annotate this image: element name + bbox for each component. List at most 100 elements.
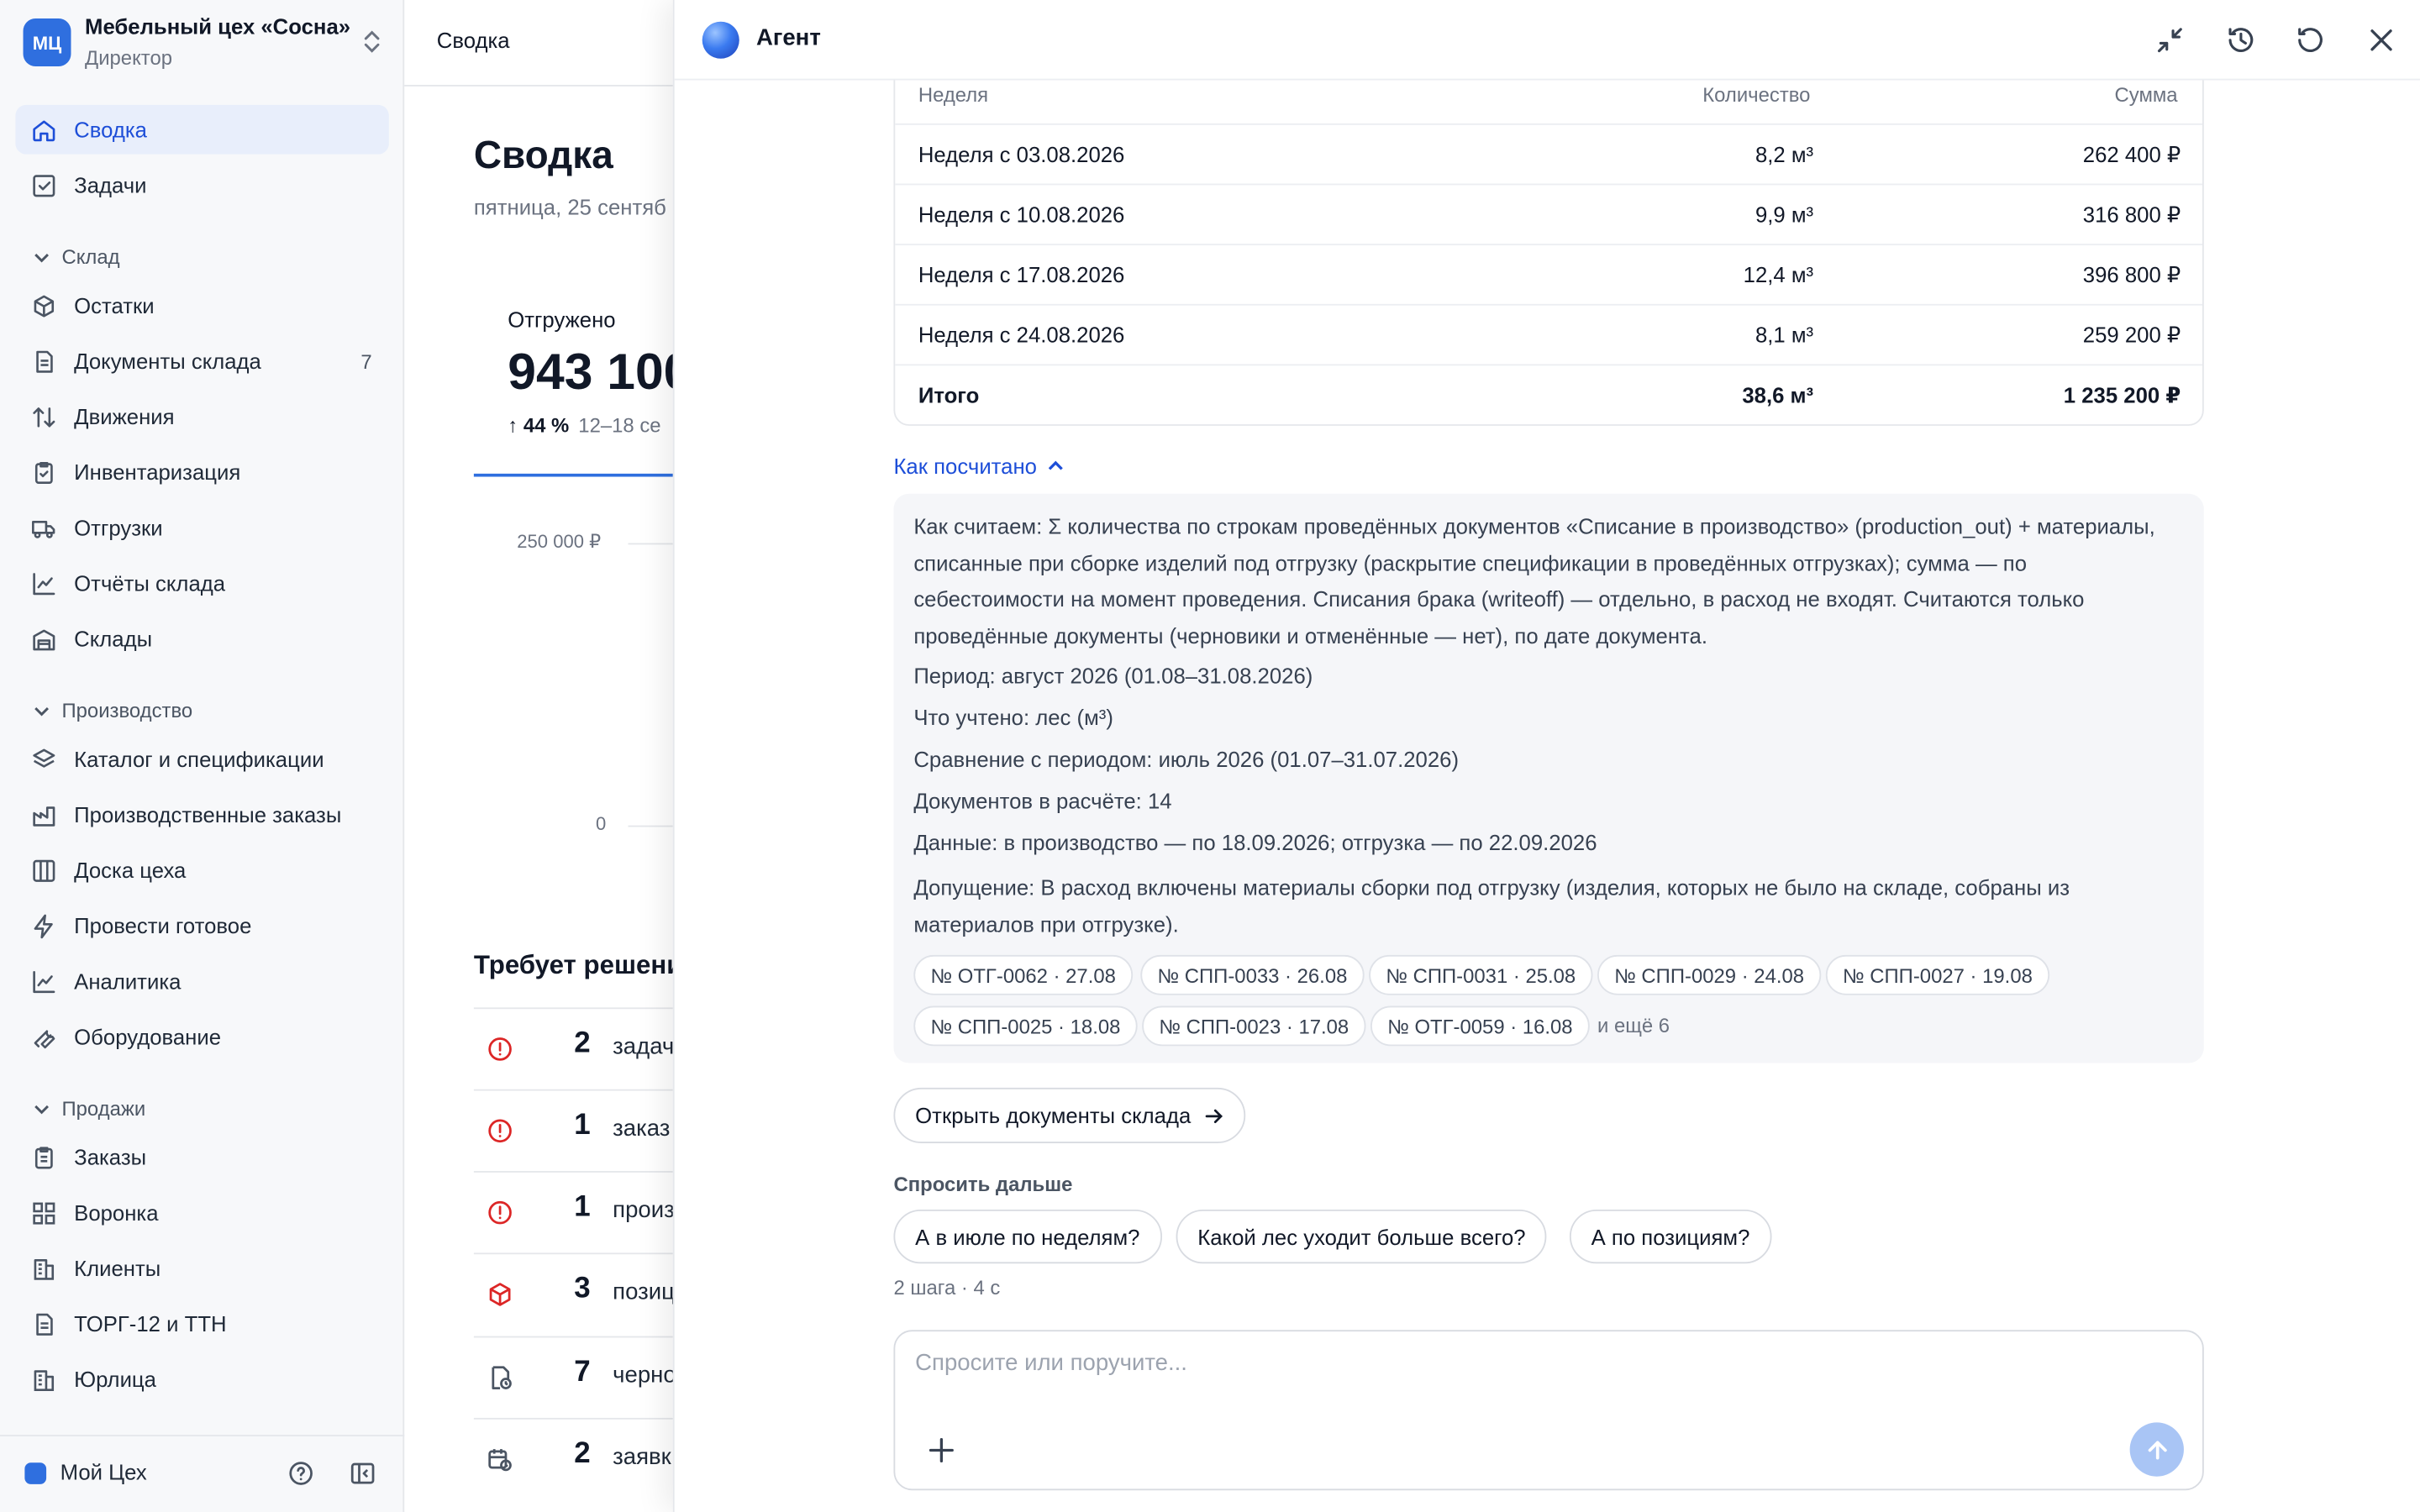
table-cell: Неделя с 03.08.2026 [918,141,1125,167]
sidebar-item-clients[interactable]: Клиенты [15,1243,388,1293]
alert-circle-icon [488,1119,512,1143]
sidebar-footer: Мой Цех [0,1435,405,1512]
method-text: Как считаем: Σ количества по строкам про… [913,513,2155,648]
chevron-updown-icon[interactable] [361,28,383,55]
table-total-row: Итого 38,6 м³ 1 235 200 ₽ [895,364,2202,424]
table-cell: 8,1 м³ [1754,322,1814,348]
collapse-sidebar-icon[interactable] [349,1460,376,1488]
workspace-icon [24,1462,47,1484]
doc-chip[interactable]: № СПП-0033 · 26.08 [1140,954,1365,995]
close-icon[interactable] [2366,24,2397,55]
refresh-icon[interactable] [2295,24,2326,55]
sidebar-item-catalog[interactable]: Каталог и спецификации [15,734,388,784]
home-icon [33,119,55,141]
history-icon[interactable] [2226,24,2257,55]
sidebar-item-label: Задачи [74,172,147,198]
sidebar-item-label: Каталог и спецификации [74,746,324,772]
doc-clock-icon [492,1366,512,1389]
package-icon [34,294,55,317]
plus-icon[interactable] [926,1435,957,1466]
table-cell: Неделя с 10.08.2026 [918,202,1125,227]
document-icon [36,1312,53,1335]
factory-icon [33,806,55,826]
sidebar-item-shipments[interactable]: Отгрузки [15,503,388,553]
table-header: Неделя [918,83,989,107]
table-cell: 262 400 ₽ [2082,141,2181,167]
chart-tick-label: 250 000 ₽ [517,530,602,553]
kpi-period: 12–18 се [578,413,661,437]
sidebar-item-stock[interactable]: Остатки [15,281,388,330]
ask-further-label: Спросить дальше [893,1172,1073,1196]
composer-input[interactable] [915,1350,2150,1377]
sidebar-item-inventory[interactable]: Инвентаризация [15,448,388,497]
sidebar-item-warehouses[interactable]: Склады [15,614,388,664]
section-warehouse[interactable]: Склад [33,245,120,269]
sidebar-item-label: Отгрузки [74,515,163,540]
table-row: Неделя с 24.08.2026 8,1 м³ 259 200 ₽ [895,303,2202,365]
help-icon[interactable] [287,1460,315,1488]
sidebar-item-post-finished[interactable]: Провести готовое [15,901,388,951]
sidebar-item-warehouse-reports[interactable]: Отчёты склада [15,559,388,608]
send-button[interactable] [2129,1422,2184,1477]
sidebar-item-analytics[interactable]: Аналитика [15,957,388,1006]
doc-chip[interactable]: № СПП-0031 · 25.08 [1369,954,1593,995]
doc-chip[interactable]: № СПП-0023 · 17.08 [1142,1005,1366,1047]
open-warehouse-docs-button[interactable]: Открыть документы склада [893,1087,1245,1143]
clipboard-icon [34,1146,53,1168]
wrench-icon [34,1029,55,1048]
section-label: Производство [61,699,193,722]
sidebar-item-legal-entities[interactable]: Юрлица [15,1355,388,1404]
doc-chip[interactable]: № СПП-0025 · 18.08 [913,1005,1138,1047]
requires-text: задач [613,1033,675,1060]
layers-icon [33,748,55,767]
sidebar-item-orders[interactable]: Заказы [15,1132,388,1182]
sidebar-item-warehouse-docs[interactable]: Документы склада 7 [15,336,388,386]
arrow-up-icon [2147,1440,2166,1459]
period-text: Период: август 2026 (01.08–31.08.2026) [913,663,1313,689]
arrows-updown-icon [33,407,55,427]
requires-count: 2 [574,1437,591,1471]
chevron-down-icon [34,706,49,716]
sidebar-item-funnel[interactable]: Воронка [15,1188,388,1237]
doc-chip[interactable]: № ОТГ-0059 · 16.08 [1370,1005,1590,1047]
building-icon [34,1369,55,1391]
sidebar-item-movements[interactable]: Движения [15,392,388,442]
button-label: Открыть документы склада [915,1103,1192,1128]
table-cell: Неделя с 24.08.2026 [918,322,1125,348]
table-row: Неделя с 10.08.2026 9,9 м³ 316 800 ₽ [895,183,2202,244]
sidebar-item-label: Движения [74,404,175,429]
sidebar-item-shop-board[interactable]: Доска цеха [15,846,388,895]
org-name[interactable]: Мебельный цех «Сосна» [85,14,350,39]
sidebar-item-tasks[interactable]: Задачи [15,160,388,210]
how-calculated-toggle[interactable]: Как посчитано [893,454,1065,478]
sidebar-item-equipment[interactable]: Оборудование [15,1012,388,1062]
minimize-icon[interactable] [2154,24,2186,55]
data-freshness-text: Данные: в производство — по 18.09.2026; … [913,830,1597,855]
doc-chip[interactable]: № ОТГ-0062 · 27.08 [913,954,1134,995]
table-cell: 396 800 ₽ [2082,262,2181,287]
more-docs-link[interactable]: и ещё 6 [1597,1014,1670,1037]
agent-orb-icon [702,21,739,59]
result-table: Неделя Количество Сумма Неделя с 03.08.2… [893,61,2204,426]
suggestion-chip[interactable]: А в июле по неделям? [893,1209,1162,1264]
sidebar-item-label: Оборудование [74,1024,222,1049]
grid-icon [33,1201,55,1224]
workspace-name[interactable]: Мой Цех [60,1460,147,1484]
suggestion-chip[interactable]: Какой лес уходит больше всего? [1176,1209,1548,1264]
requires-count: 7 [574,1356,591,1389]
suggestion-chip[interactable]: А по позициям? [1569,1209,1772,1264]
section-production[interactable]: Производство [33,699,193,722]
kpi-delta-value: ↑ 44 % [508,413,570,437]
document-icon [36,349,53,372]
section-sales[interactable]: Продажи [33,1096,146,1121]
sidebar-item-summary[interactable]: Сводка [15,104,389,155]
columns-icon [33,858,55,881]
sidebar-item-label: ТОРГ-12 и ТТН [74,1311,227,1336]
doc-chip[interactable]: № СПП-0027 · 19.08 [1825,954,2050,995]
doc-chip[interactable]: № СПП-0029 · 24.08 [1597,954,1822,995]
sidebar-item-production-orders[interactable]: Производственные заказы [15,790,388,839]
section-label: Продажи [61,1096,146,1121]
sidebar-item-torg12[interactable]: ТОРГ-12 и ТТН [15,1299,388,1349]
how-calculated-box: Как считаем: Σ количества по строкам про… [893,493,2204,1063]
warehouse-icon [33,628,55,650]
